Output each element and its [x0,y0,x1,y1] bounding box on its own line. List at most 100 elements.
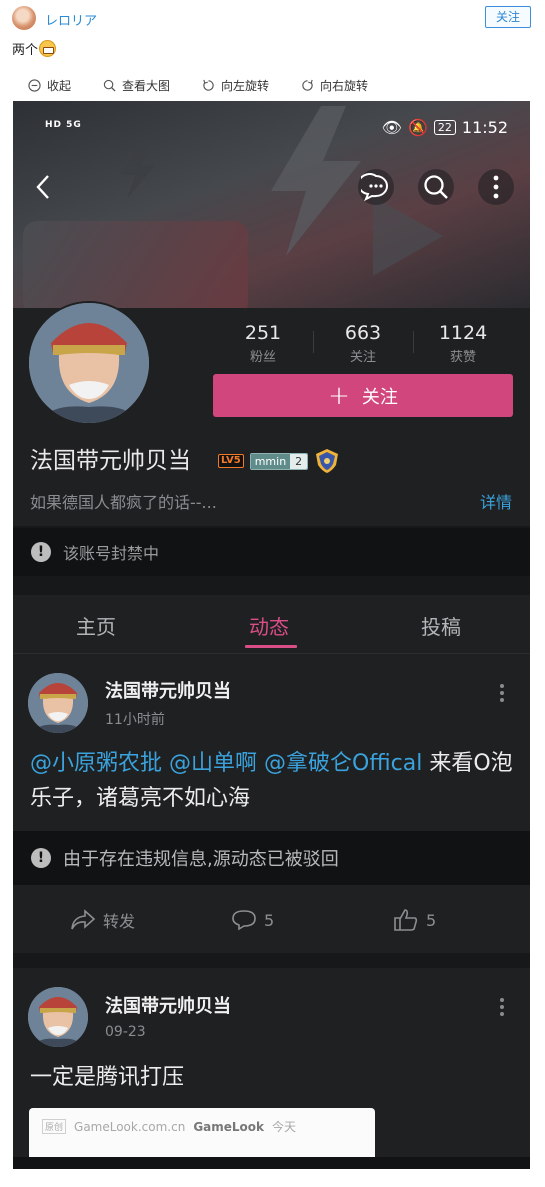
original-tag: 原创 [42,1119,67,1134]
mention-link[interactable]: @拿破仑Offical [264,751,422,776]
lightning-small-icon [121,143,155,199]
view-large-label: 查看大图 [122,79,171,93]
quote-time: 今天 [272,1120,297,1134]
rotate-right-label: 向右旋转 [320,79,369,93]
feed-card[interactable]: 法国带元帅贝当 09-23 一定是腾讯打压 原创 GameLook.com.cn… [13,968,530,1169]
more-button[interactable] [478,169,514,205]
mention-link[interactable]: @小原粥农批 [30,751,162,776]
avatar[interactable] [12,6,36,30]
repost-label: 转发 [103,912,136,931]
follow-button[interactable]: 关注 [485,6,531,28]
feed-text: @小原粥农批 @山单啊 @拿破仑Offical 来看O泡乐子，诸葛亮不如心海 [30,746,516,816]
banned-notice: ! 该账号封禁中 [13,528,530,576]
quote-domain: GameLook.com.cn [74,1119,186,1134]
feed-card[interactable]: 法国带元帅贝当 11小时前 @小原粥农批 @山单啊 @拿破仑Offical 来看… [13,654,530,953]
message-button[interactable] [358,169,394,205]
rejected-notice-text: 由于存在违规信息,源动态已被驳回 [63,849,339,870]
like-button[interactable]: 5 [393,908,436,932]
rotate-right-icon [302,79,313,91]
followers-label: 粉丝 [249,350,276,365]
banned-notice-text: 该账号封禁中 [63,544,160,563]
profile-avatar[interactable] [27,301,151,425]
following-label: 关注 [349,350,376,365]
marshal-portrait-icon [28,673,88,733]
profile-follow-button[interactable]: + 关注 [213,374,513,417]
image-toolbar: 收起 查看大图 向左旋转 向右旋转 [28,77,400,94]
repost-button[interactable]: 转发 [70,908,135,932]
feed-author[interactable]: 法国带元帅贝当 [105,677,231,703]
profile-stats: 251 粉丝 663 关注 1124 获赞 [213,322,513,365]
device-decoration [23,221,248,308]
feed-avatar[interactable] [28,987,88,1047]
feed-time: 09-23 [105,1024,146,1040]
status-icons: 👁 🔕 22 11:52 [382,118,508,137]
shield-badge-icon[interactable] [314,448,340,474]
warning-icon: ! [31,848,51,868]
collapse-button[interactable]: 收起 [28,77,71,94]
comment-icon [232,910,256,931]
following-count: 663 [344,322,382,344]
profile-follow-label: 关注 [361,386,398,408]
profile-banner: HD 5G 👁 🔕 22 11:52 [13,101,530,308]
fan-medal-name: mmin [250,453,291,469]
rotate-right-button[interactable]: 向右旋转 [301,77,368,94]
tab-submissions[interactable]: 投稿 [421,611,461,640]
feed-more-icon[interactable] [500,684,504,705]
comment-button[interactable]: 5 [231,909,274,931]
network-indicator: HD 5G [45,120,82,130]
likes-count: 1124 [438,322,488,344]
fan-medal[interactable]: mmin 2 [249,452,309,470]
navigation-bar [13,1157,530,1169]
post-text: 两个 [12,39,57,58]
likes-stat[interactable]: 1124 获赞 [413,322,513,365]
profile-bio: 如果德国人都疯了的话--... [30,493,217,512]
profile-name: 法国带元帅贝当 [30,448,191,474]
status-bar: HD 5G 👁 🔕 22 11:52 [13,118,530,140]
tab-dynamics[interactable]: 动态 [249,611,289,640]
search-circle [418,169,454,205]
warning-icon: ! [31,542,51,562]
thumbs-up-icon [394,909,418,931]
profile-badges: LV5 mmin 2 [218,448,340,474]
back-arrow-icon [36,175,49,199]
quote-source: GameLook [193,1119,265,1134]
active-tab-indicator [245,645,297,648]
feed-avatar[interactable] [28,673,88,733]
rotate-left-button[interactable]: 向左旋转 [202,77,269,94]
more-vertical-icon [493,175,499,199]
feed-author[interactable]: 法国带元帅贝当 [105,992,231,1018]
battery-icon: 22 [433,120,456,135]
level-badge: LV5 [218,454,244,468]
followers-count: 251 [244,322,282,344]
like-count: 5 [426,910,437,930]
message-circle [358,169,394,205]
rotate-left-icon [203,79,214,91]
feed-time: 11小时前 [105,712,165,728]
detail-link[interactable]: 详情 [480,489,512,513]
post-username[interactable]: レロリア [45,10,97,29]
likes-label: 获赞 [449,350,476,365]
tab-home[interactable]: 主页 [76,611,116,640]
post-text-body: 两个 [12,43,39,58]
collapse-label: 收起 [47,79,72,93]
more-circle [478,169,514,205]
feed-more-icon[interactable] [500,998,504,1019]
rotate-left-label: 向左旋转 [221,79,270,93]
comment-count: 5 [264,910,275,930]
search-button[interactable] [418,169,454,205]
profile-tabs: 主页 动态 投稿 [13,595,530,654]
mention-link[interactable]: @山单啊 [169,751,257,776]
followers-stat[interactable]: 251 粉丝 [213,322,313,365]
following-stat[interactable]: 663 关注 [313,322,413,365]
back-button[interactable] [25,169,61,205]
view-large-button[interactable]: 查看大图 [103,77,170,94]
profile-section: 251 粉丝 663 关注 1124 获赞 + 关注 法国带元帅贝当 LV5 m… [13,301,530,526]
back-circle [25,169,61,205]
plus-icon: + [328,380,350,411]
marshal-portrait-icon [28,987,88,1047]
feed-actions: 转发 5 5 [13,886,530,954]
feed-text: 一定是腾讯打压 [30,1065,185,1090]
phone-screenshot[interactable]: HD 5G 👁 🔕 22 11:52 251 粉丝 663 关注 1124 获赞… [13,101,530,1169]
quote-header: 原创 GameLook.com.cn GameLook 今天 [42,1118,296,1135]
fan-medal-level: 2 [290,453,308,469]
